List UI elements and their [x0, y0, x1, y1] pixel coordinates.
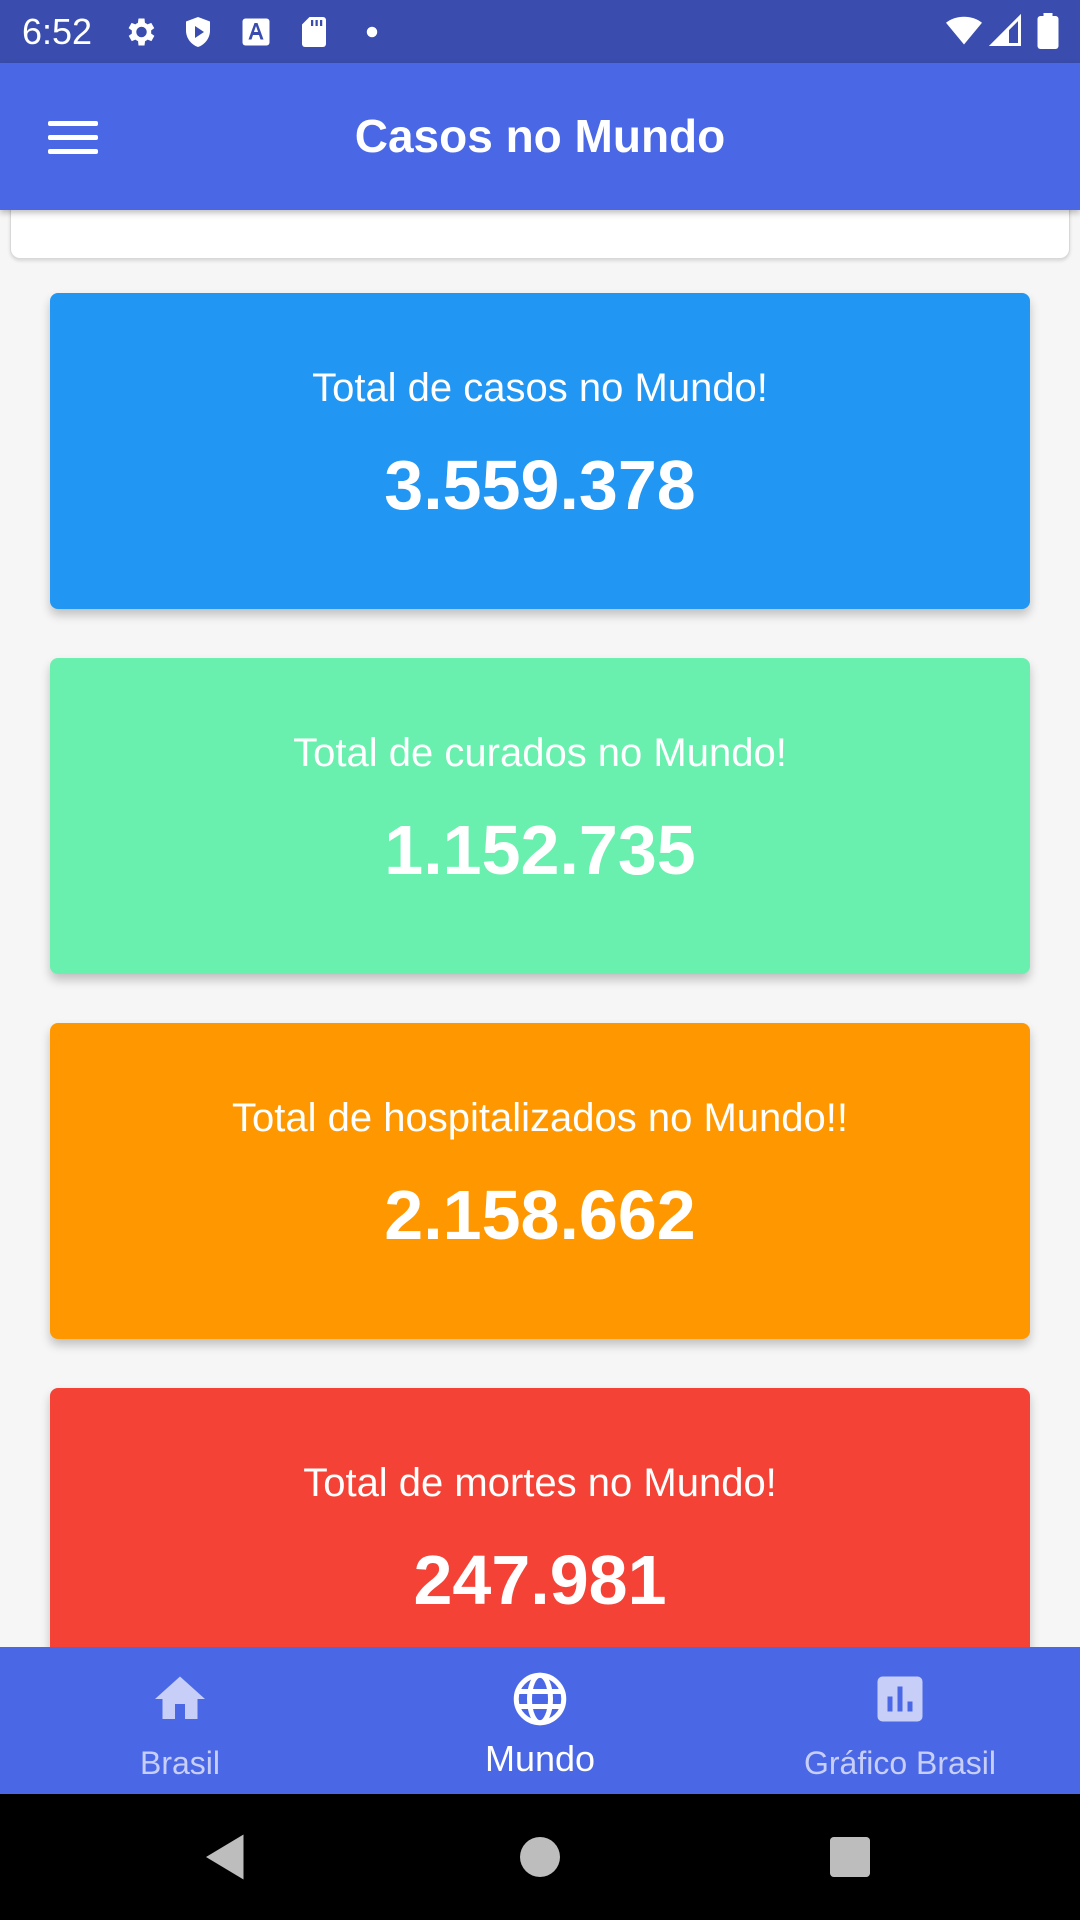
nav-item-mundo[interactable]: Mundo	[360, 1647, 720, 1794]
sd-card-icon	[302, 17, 326, 47]
notification-dot-icon	[366, 26, 378, 38]
bottom-navigation: Brasil Mundo Gráfico Brasil	[0, 1647, 1080, 1794]
wifi-icon	[946, 16, 982, 45]
system-navigation-bar	[0, 1794, 1080, 1920]
nav-label-mundo: Mundo	[484, 1738, 596, 1779]
status-time: 6:52	[22, 11, 93, 52]
home-circle-icon[interactable]	[510, 1827, 570, 1887]
recovered-label: Total de curados no Mundo!	[293, 731, 787, 775]
battery-icon	[1037, 13, 1059, 49]
nav-label-grafico-brasil: Gráfico Brasil	[803, 1745, 997, 1781]
page-title: Casos no Mundo	[354, 110, 726, 162]
nav-item-grafico-brasil[interactable]: Gráfico Brasil	[720, 1647, 1080, 1794]
bar-chart-icon	[877, 1676, 923, 1722]
home-icon	[155, 1676, 205, 1719]
deaths-value: 247.981	[413, 1541, 667, 1619]
hospitalized-label: Total de hospitalizados no Mundo!!	[232, 1096, 848, 1140]
settings-icon	[128, 18, 155, 46]
cases-value: 3.559.378	[384, 446, 696, 524]
nav-label-brasil: Brasil	[139, 1745, 220, 1781]
recents-square-icon[interactable]	[820, 1827, 880, 1887]
shield-play-icon	[186, 17, 210, 47]
recovered-value: 1.152.735	[384, 811, 696, 889]
status-bar: 6:52	[0, 0, 1080, 63]
cases-label: Total de casos no Mundo!	[312, 366, 768, 410]
signal-icon	[988, 13, 1021, 46]
hospitalized-value: 2.158.662	[384, 1176, 696, 1254]
hospitalized-card: Total de hospitalizados no Mundo!! 2.158…	[50, 1023, 1030, 1339]
back-icon[interactable]	[196, 1827, 256, 1887]
deaths-label: Total de mortes no Mundo!	[303, 1461, 777, 1505]
globe-icon	[513, 1672, 567, 1726]
nav-item-brasil[interactable]: Brasil	[0, 1647, 360, 1794]
recovered-card: Total de curados no Mundo! 1.152.735	[50, 658, 1030, 974]
app-bar: Casos no Mundo	[0, 63, 1080, 210]
font-a-icon	[242, 18, 270, 46]
cases-card: Total de casos no Mundo! 3.559.378	[50, 293, 1030, 609]
